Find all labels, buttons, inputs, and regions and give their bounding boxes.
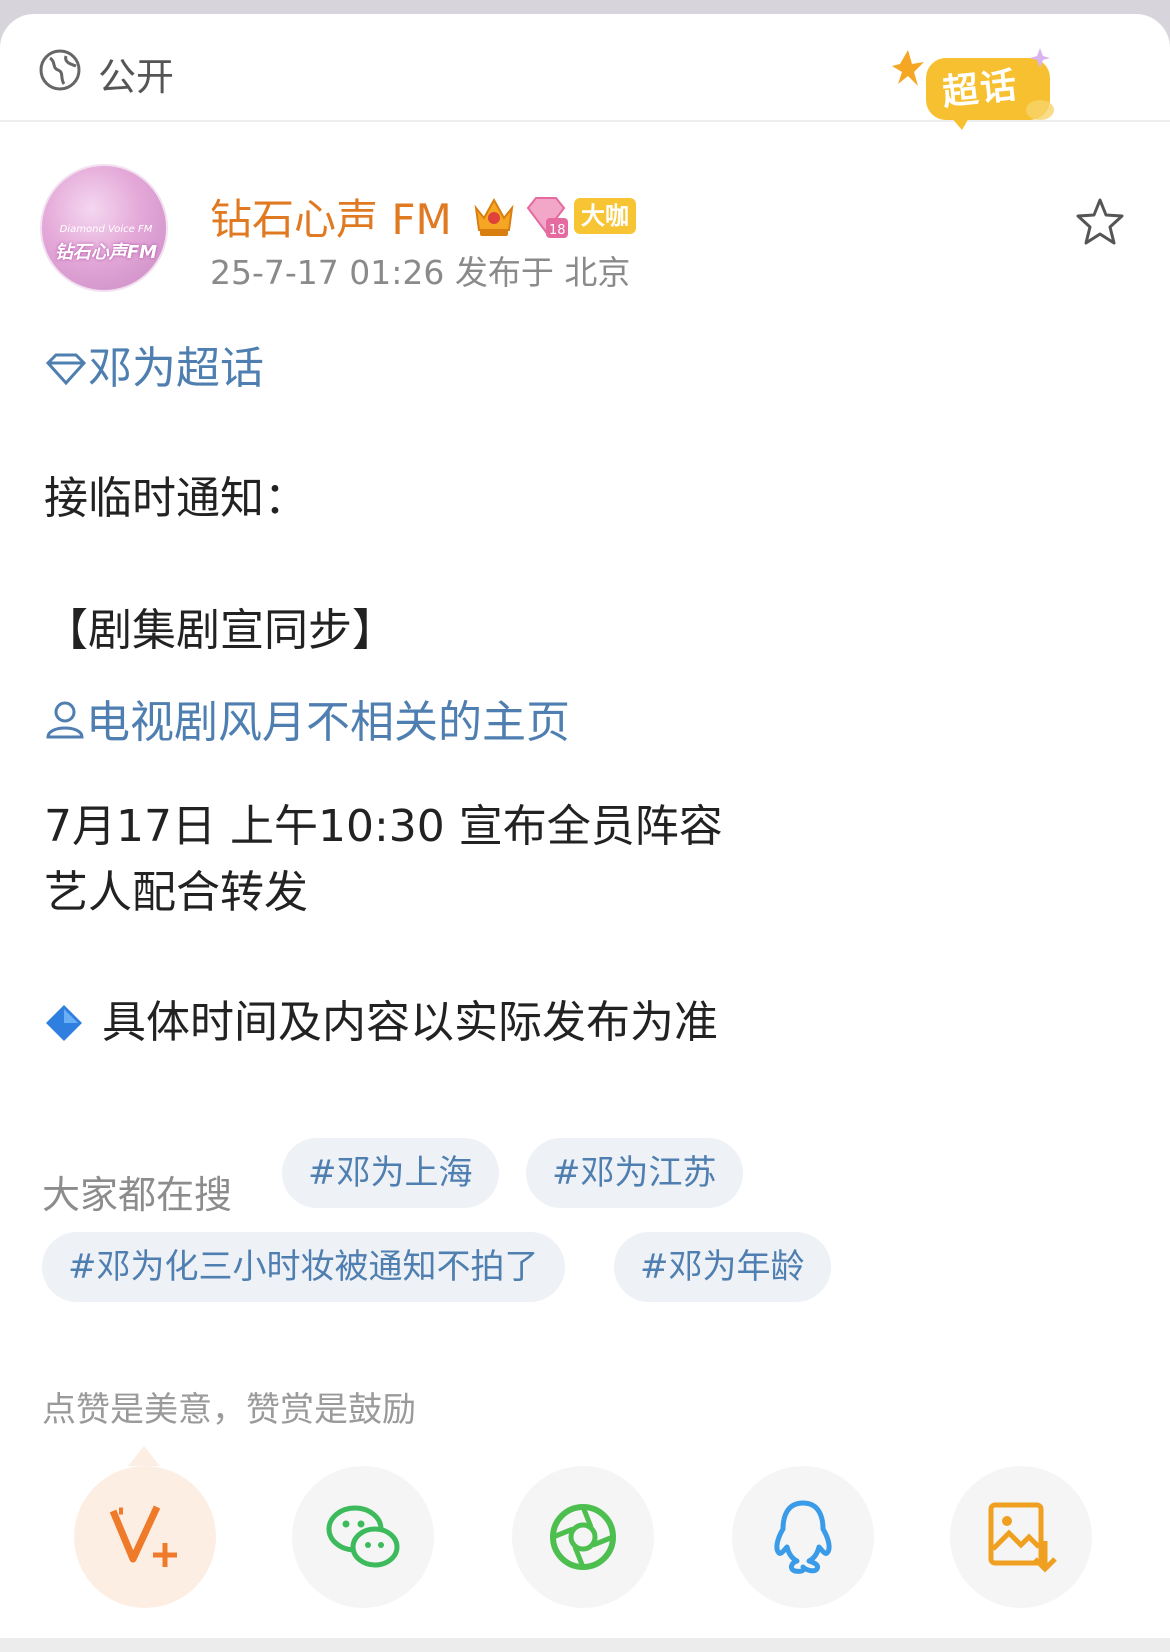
bottom-divider (0, 1638, 1170, 1652)
post-line-disclaimer: 具体时间及内容以实际发布为准 (44, 986, 718, 1050)
blue-diamond-icon (46, 1005, 82, 1041)
post-meta: 25-7-17 01:26 发布于 北京 (210, 253, 631, 292)
trending-tag[interactable]: #邓为上海 (282, 1138, 499, 1208)
reward-hint: 点赞是美意，赞赏是鼓励 (42, 1390, 416, 1430)
visibility-label[interactable]: 公开 (98, 46, 174, 101)
v-plus-button[interactable] (74, 1466, 216, 1608)
trending-search-label: 大家都在搜 (42, 1173, 233, 1217)
avatar[interactable]: Diamond Voice FM 钻石心声FM (40, 164, 168, 292)
wechat-icon (326, 1505, 400, 1568)
crown-level-icon: 4 (474, 197, 516, 238)
author-name[interactable]: 钻石心声 FM (210, 186, 452, 247)
favorite-star-icon[interactable] (1074, 196, 1126, 248)
save-image-icon (988, 1502, 1057, 1573)
svg-text:18: 18 (549, 223, 566, 238)
supertopic-link[interactable]: 邓为超话 (44, 332, 264, 396)
post-sheet: 公开 超话 Diamond Voice FM 钻石心声FM 钻石心声 FM 4 … (0, 14, 1170, 1638)
post-line-schedule: 7月17日 上午10:30 宣布全员阵容 (44, 801, 723, 852)
post-line-section: 【剧集剧宣同步】 (44, 605, 396, 656)
vip-badge: 大咖 (574, 198, 636, 234)
user-page-link[interactable]: 电视剧风月不相关的主页 (44, 686, 570, 750)
globe-icon (39, 49, 81, 91)
selected-pointer (128, 1446, 160, 1466)
diamond-outline-icon (45, 353, 87, 386)
wechat-share-button[interactable] (292, 1466, 434, 1608)
trending-tag[interactable]: #邓为江苏 (526, 1138, 743, 1208)
moments-share-button[interactable] (512, 1466, 654, 1608)
user-icon (46, 701, 84, 739)
v-plus-icon (109, 1505, 177, 1567)
disclaimer-text: 具体时间及内容以实际发布为准 (102, 997, 718, 1048)
moments-icon (550, 1504, 616, 1570)
qq-icon (774, 1500, 832, 1574)
supertopic-badge-label: 超话 (940, 65, 1021, 114)
supertopic-label: 邓为超话 (88, 343, 264, 394)
trending-tag[interactable]: #邓为化三小时妆被通知不拍了 (42, 1232, 565, 1302)
avatar-logo-zh: 钻石心声FM (54, 242, 158, 263)
diamond-level-icon: 18 (526, 197, 568, 238)
qq-share-button[interactable] (732, 1466, 874, 1608)
post-line-repost: 艺人配合转发 (44, 867, 308, 918)
avatar-logo-en: Diamond Voice FM (59, 224, 153, 235)
trending-tag[interactable]: #邓为年龄 (614, 1232, 831, 1302)
svg-text:4: 4 (508, 225, 516, 238)
visibility-bar: 公开 超话 (0, 14, 1170, 130)
save-image-button[interactable] (950, 1466, 1092, 1608)
user-page-label: 电视剧风月不相关的主页 (86, 697, 570, 748)
post-line-notice: 接临时通知： (44, 473, 308, 524)
